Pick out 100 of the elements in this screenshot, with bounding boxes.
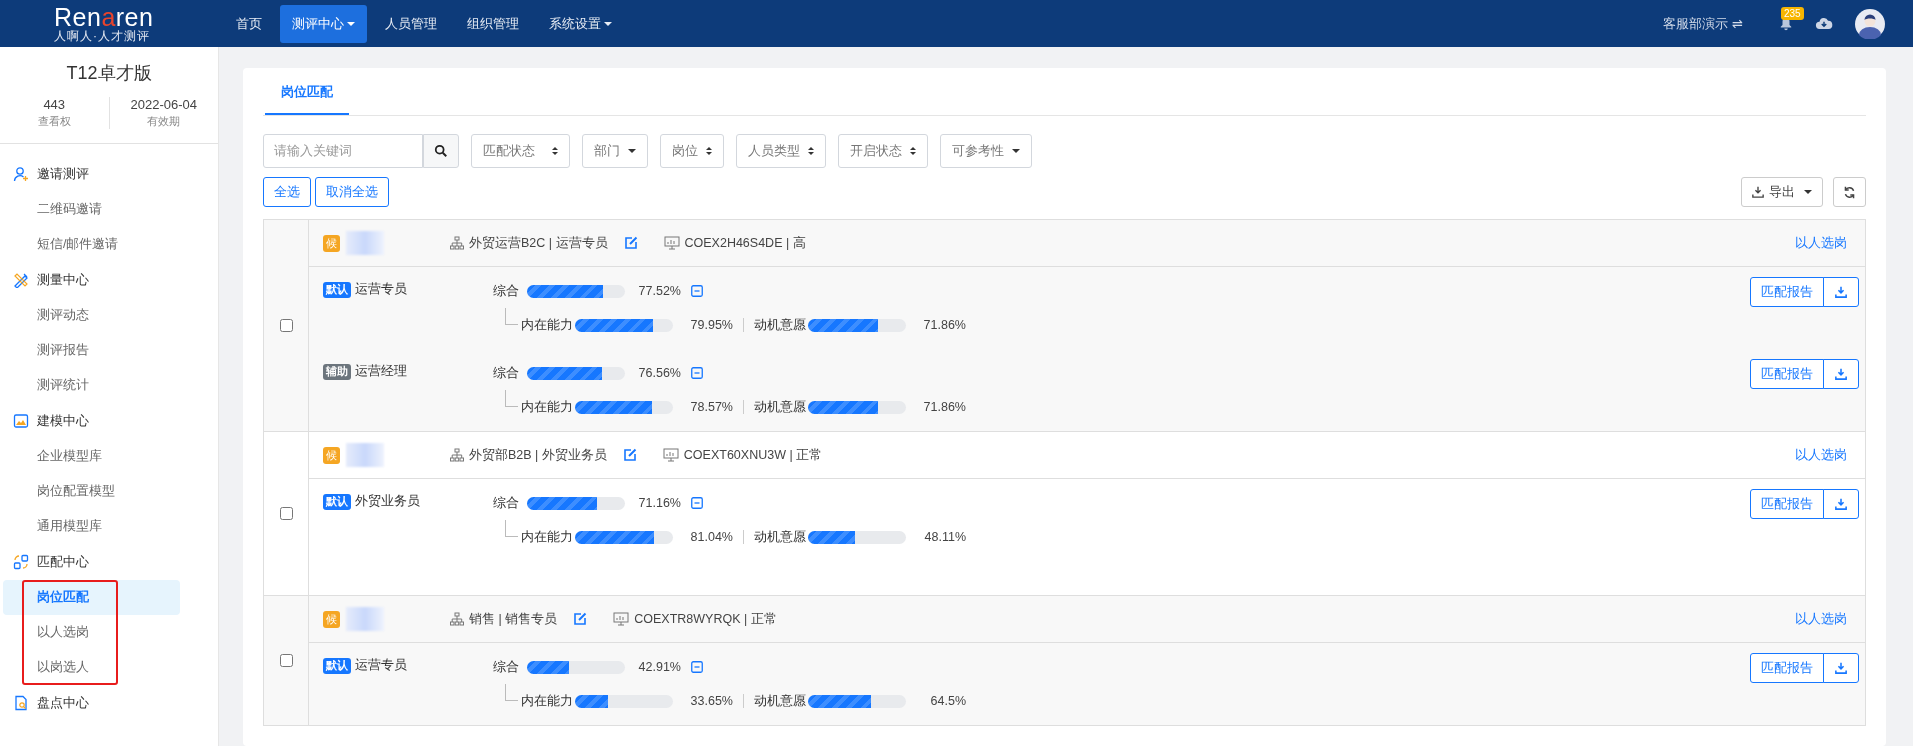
row-checkbox[interactable] [279,654,293,667]
search-field[interactable]: 请输入关键词 [263,134,423,168]
refresh-button[interactable] [1833,177,1866,207]
department-position: 外贸部B2B | 外贸业务员 [469,446,607,464]
candidate-badge: 候 [323,234,340,252]
edit-icon[interactable] [623,236,638,250]
select-button[interactable]: 全选 [263,177,311,207]
pencil-ruler-icon [13,272,29,288]
edit-icon[interactable] [573,612,588,626]
report-button[interactable]: 匹配报告 [1750,653,1824,683]
score-label: 内在能力 [521,692,573,710]
menu-group-title[interactable]: 测量中心 [37,271,89,289]
stat-value: 443 [43,97,66,112]
menu-item[interactable]: 岗位匹配 [3,580,180,615]
filter-dropdown[interactable]: 开启状态 [838,134,928,168]
report-button[interactable]: 匹配报告 [1750,277,1824,307]
menu-item[interactable]: 二维码邀请 [3,192,180,227]
image-frame-icon [13,413,29,429]
score-label: 动机意愿 [754,528,806,546]
filter-dropdown[interactable]: 可参考性 [940,134,1032,168]
org-tree-icon [450,612,464,626]
row-checkbox[interactable] [279,507,293,520]
menu-item[interactable]: 短信/邮件邀请 [3,227,180,262]
score-value: 71.86% [922,318,966,332]
nav-tab[interactable]: 首页 [224,4,274,43]
org-tree-icon [450,236,464,250]
download-button[interactable] [1823,489,1859,519]
menu-item[interactable]: 测评动态 [3,298,180,333]
job-tag: 辅助 [323,363,351,380]
action-link[interactable]: 以人选岗 [1795,234,1847,252]
collapse-icon[interactable] [691,285,703,297]
department-position: 外贸运营B2C | 运营专员 [469,234,608,252]
menu-item[interactable]: 以岗选人 [3,650,180,685]
menu-item[interactable]: 测评报告 [3,333,180,368]
logo-tagline: 人啊人·人才测评 [54,28,150,43]
action-link[interactable]: 以人选岗 [1795,610,1847,628]
assessment-code: COEXTR8WYRQK | 正常 [634,610,777,628]
score-value: 64.5% [929,694,966,708]
department-position: 销售 | 销售专员 [469,610,558,628]
score-label: 内在能力 [521,528,573,546]
collapse-icon[interactable] [691,497,703,509]
stat-value: 2022-06-04 [130,97,197,112]
score-label: 动机意愿 [754,692,806,710]
score-label: 动机意愿 [754,316,806,334]
document-search-icon [13,695,29,711]
job-title: 运营经理 [355,363,407,380]
edit-icon[interactable] [622,448,637,462]
filter-dropdown[interactable]: 人员类型 [736,134,826,168]
row-checkbox[interactable] [279,319,293,332]
collapse-icon[interactable] [691,661,703,673]
export-button[interactable]: 导出 [1741,177,1823,207]
download-icon [1835,286,1847,298]
nav-tab[interactable]: 测评中心 [280,4,367,43]
menu-group-title[interactable]: 建模中心 [37,412,89,430]
job-title: 运营专员 [355,657,407,674]
job-title: 运营专员 [355,281,407,298]
search-button[interactable] [423,134,459,168]
menu-item[interactable]: 以人选岗 [3,615,180,650]
menu-group-title[interactable]: 盘点中心 [37,694,89,712]
avatar[interactable] [1855,8,1885,39]
score-value: 78.57% [689,400,733,414]
tab[interactable]: 岗位匹配 [265,68,349,115]
filter-dropdown[interactable]: 部门 [582,134,648,168]
score-label: 综合 [493,658,520,676]
menu-group-title[interactable]: 匹配中心 [37,553,89,571]
assessment-code: COEX2H46S4DE | 高 [684,234,806,252]
score-value: 81.04% [689,530,733,544]
nav-tab[interactable]: 人员管理 [373,4,449,43]
download-button[interactable] [1823,359,1859,389]
score-label: 综合 [493,494,520,512]
score-value: 42.91% [637,660,681,674]
score-value: 79.95% [689,318,733,332]
menu-item[interactable]: 岗位配置模型 [3,474,180,509]
org-tree-icon [450,448,464,462]
menu-item[interactable]: 测评统计 [3,368,180,403]
download-button[interactable] [1823,653,1859,683]
switch-squares-icon [13,554,29,570]
collapse-icon[interactable] [691,367,703,379]
filter-dropdown[interactable]: 匹配状态 [471,134,570,168]
select-button[interactable]: 取消全选 [315,177,389,207]
download-button[interactable] [1823,277,1859,307]
logo-text: Renaren [54,4,154,29]
download-icon [1835,498,1847,510]
assessment-code: COEXT60XNU3W | 正常 [683,446,823,464]
monitor-icon [663,236,680,250]
edition-title: T12卓才版 [65,62,153,85]
menu-item[interactable]: 通用模型库 [3,509,180,544]
user-plus-icon [13,166,29,182]
blurred-name [346,443,384,467]
report-button[interactable]: 匹配报告 [1750,489,1824,519]
filter-dropdown[interactable]: 岗位 [660,134,724,168]
menu-item[interactable]: 企业模型库 [3,439,180,474]
nav-tab[interactable]: 系统设置 [537,4,624,43]
menu-group-title[interactable]: 邀请测评 [37,165,89,183]
nav-tab[interactable]: 组织管理 [455,4,531,43]
action-link[interactable]: 以人选岗 [1795,446,1847,464]
account-name[interactable]: 客服部演示 ⇌ [1663,14,1743,33]
report-button[interactable]: 匹配报告 [1750,359,1824,389]
score-value: 48.11% [923,530,966,544]
cloud-download-icon[interactable] [1815,17,1833,30]
